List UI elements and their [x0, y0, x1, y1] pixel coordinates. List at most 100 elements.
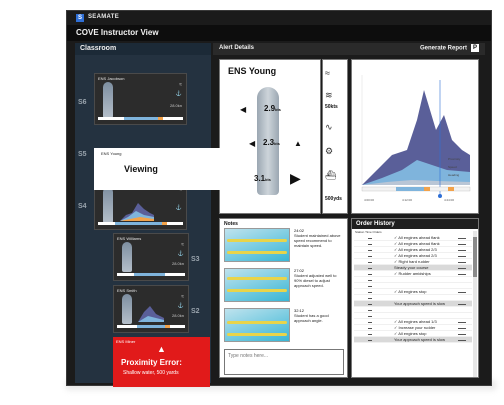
order-indicator [368, 334, 372, 335]
label-proximity: Proximity [448, 157, 461, 161]
order-indicator [368, 256, 372, 257]
ship-detail-panel: ENS Young ◀ 2.9kts ◀ 2.3kts ▲ 3.1kts ▶ [219, 59, 321, 214]
order-marker [458, 340, 466, 341]
tick-1: 4:00:00 [364, 198, 374, 202]
order-marker [458, 322, 466, 323]
order-marker [458, 238, 466, 239]
note-text: Student adjusted well to 90% diesel to a… [294, 273, 337, 288]
order-indicator [368, 322, 372, 323]
notes-title: Notes [224, 221, 238, 227]
note-item[interactable]: 32:12 Student has a good approach angle. [224, 308, 345, 344]
viewing-status: Viewing [124, 164, 158, 174]
note-thumbnail [224, 228, 290, 262]
speed-value: 28.0kn [169, 103, 182, 108]
alert-details-title: Alert Details [219, 45, 255, 51]
order-indicator [368, 262, 372, 263]
alert-header: Alert Details Generate Report P [213, 43, 485, 55]
student-name: ENS Young [101, 151, 122, 156]
order-indicator [368, 298, 372, 299]
current-icon: ≋ [325, 90, 333, 100]
ship-name: ENS Young [228, 66, 277, 76]
student-name: ENS Jacobson [98, 76, 125, 81]
order-indicator [368, 310, 372, 311]
student-card-smith[interactable]: ENS Smith ≈ ⚓ 28.0kn [113, 285, 189, 333]
speed-value: 28.0kn [171, 313, 184, 318]
order-scroll-thumb[interactable] [473, 237, 477, 277]
title-bar: COVE Instructor View [67, 25, 491, 41]
ship-thumbnail-icon [122, 242, 132, 272]
ship-thumbnail-icon [103, 82, 113, 118]
order-row: Your approach speed is slow [354, 337, 472, 343]
tugboat-icon: ⚓ [177, 251, 184, 257]
arrow-left-icon: ◀ [240, 105, 247, 114]
order-history-panel: Order History Station Time Orders ✓ All … [351, 218, 479, 378]
student-name: ENS Williams [117, 236, 142, 241]
order-indicator [368, 328, 372, 329]
notes-input[interactable] [224, 349, 344, 375]
tugboat-icon: ⚙ [325, 146, 334, 156]
label-heading: Heading [448, 173, 460, 177]
environment-icon-column: ≈ ≋ 50kts ∿ ⚙ ⛴ 500yds [322, 59, 348, 214]
student-name: ENS Smith [117, 288, 137, 293]
classroom-title: Classroom [80, 45, 117, 52]
student-card-jacobson[interactable]: ENS Jacobson ≈ ⚓ 28.0kn [94, 73, 187, 125]
notes-panel: Notes 24:02 Student maintained above spe… [219, 218, 348, 378]
order-indicator [368, 268, 372, 269]
wind-icon: ≈ [181, 242, 184, 248]
generate-report-button[interactable]: Generate Report P [420, 44, 479, 52]
report-icon: P [471, 44, 479, 52]
order-marker [458, 328, 466, 329]
arrow-right-icon: ▶ [290, 170, 301, 186]
order-indicator [368, 304, 372, 305]
mini-chart [138, 306, 164, 322]
order-indicator [368, 280, 372, 281]
tick-2: 4:12:00 [402, 198, 412, 202]
student-name: ENS Miner [116, 339, 136, 344]
boat-icon: ⛴ [325, 170, 337, 180]
student-card-williams[interactable]: ENS Williams ≈ ⚓ 28.0kn [113, 233, 189, 281]
timeline-bar [98, 117, 183, 120]
order-columns: Station Time Orders [355, 230, 382, 234]
order-marker [458, 304, 466, 305]
wind-icon: ≈ [179, 82, 182, 88]
order-marker [458, 274, 466, 275]
note-item[interactable]: 24:02 Student maintained above speed rec… [224, 228, 345, 264]
student-card-miner-alert[interactable]: ENS Miner ▲ Proximity Error: Shallow wat… [113, 337, 210, 387]
area-chart: Proximity Speed Heading 4:00:00 4:12:00 … [361, 75, 471, 202]
arrow-left-icon: ◀ [249, 139, 256, 148]
classroom-header: Classroom [75, 43, 211, 55]
order-indicator [368, 238, 372, 239]
order-marker [458, 256, 466, 257]
note-thumbnail [224, 308, 290, 342]
label-speed: Speed [448, 165, 457, 169]
wind-icon: ≈ [181, 294, 184, 300]
note-text: Student maintained above speed recommend… [294, 233, 341, 248]
arrow-right-icon: ▲ [294, 139, 302, 148]
slot-label-s2: S2 [191, 308, 200, 315]
alert-title: Proximity Error: [121, 358, 182, 367]
speed-value: 28.0kn [171, 261, 184, 266]
note-item[interactable]: 27:02 Student adjusted well to 90% diese… [224, 268, 345, 304]
alert-details-panel: Alert Details Generate Report P ENS Young… [213, 43, 485, 383]
order-marker [458, 268, 466, 269]
order-history-title: Order History [352, 219, 478, 229]
brand-logo-icon: S [76, 14, 84, 22]
order-indicator [368, 340, 372, 341]
note-text: Student has a good approach angle. [294, 313, 329, 323]
order-marker [458, 334, 466, 335]
tugboat-icon: ⚓ [175, 205, 182, 211]
aft-flow: 3.1kts [254, 174, 271, 183]
alert-detail: Shallow water, 500 yards [123, 370, 179, 376]
slot-label-s4: S4 [78, 203, 87, 210]
mid-flow: 2.3kts [263, 138, 280, 147]
current-speed: 50kts [325, 104, 338, 110]
order-marker [458, 292, 466, 293]
order-marker [458, 262, 466, 263]
student-card-young-viewing[interactable]: ENS Young Viewing [94, 148, 234, 190]
order-text: Your approach speed is slow [394, 337, 445, 342]
order-indicator [368, 292, 372, 293]
order-indicator [368, 250, 372, 251]
desktop-stage: S SEAMATE COVE Instructor View Classroom… [0, 0, 504, 405]
ship-thumbnail-icon [122, 294, 132, 324]
app-window: S SEAMATE COVE Instructor View Classroom… [66, 10, 492, 387]
